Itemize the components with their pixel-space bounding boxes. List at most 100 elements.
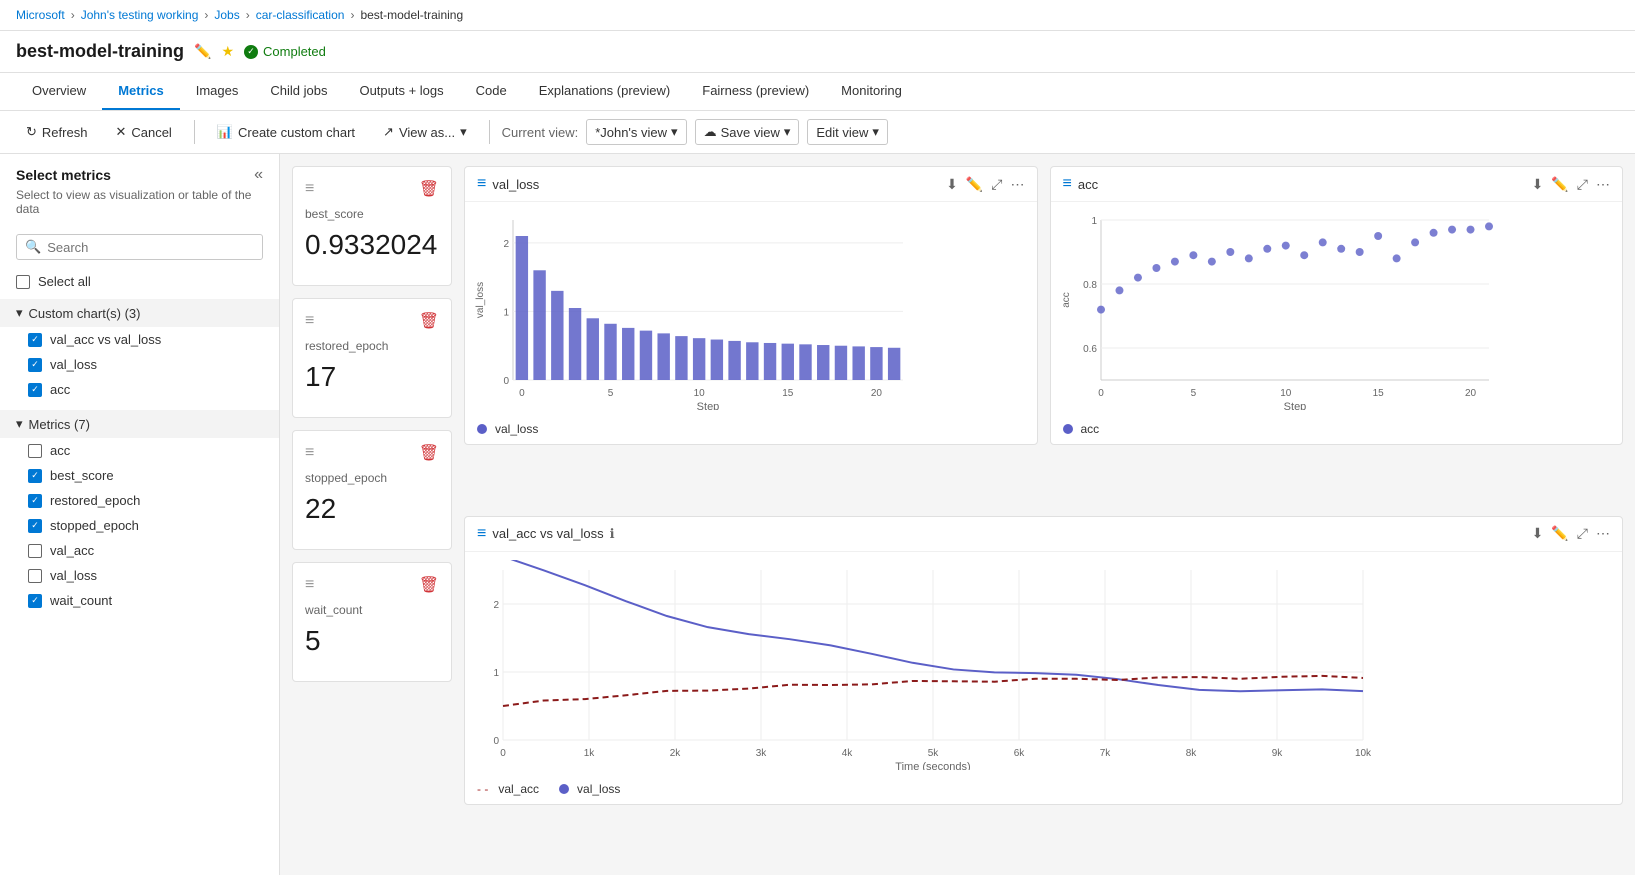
val-acc-more-icon[interactable]: ⋯ xyxy=(1596,525,1610,542)
svg-text:20: 20 xyxy=(1464,388,1476,399)
val-acc-edit-icon[interactable]: ✏️ xyxy=(1551,525,1568,542)
acc-expand-icon[interactable]: ⤢ xyxy=(1577,176,1588,193)
search-box[interactable]: 🔍 xyxy=(16,234,263,260)
delete-button-2[interactable]: 🗑 xyxy=(419,443,439,463)
breadcrumb-testing[interactable]: John's testing working xyxy=(81,8,199,22)
download-icon[interactable]: ⬇ xyxy=(946,176,958,193)
edit-chart-icon[interactable]: ✏️ xyxy=(966,176,983,193)
svg-text:15: 15 xyxy=(1372,388,1384,399)
metric-checkbox-6[interactable] xyxy=(28,594,42,608)
chevron-down-icon-2: ▾ xyxy=(671,124,678,140)
save-view-label: Save view xyxy=(721,125,780,140)
tab-code[interactable]: Code xyxy=(460,73,523,110)
toolbar: ↻ Refresh ✕ Cancel 📊 Create custom chart… xyxy=(0,111,1635,154)
metrics-header[interactable]: ▾ Metrics (7) xyxy=(0,410,279,438)
metric-item-4[interactable]: val_acc xyxy=(0,538,279,563)
edit-view-button[interactable]: Edit view ▾ xyxy=(807,119,888,145)
expand-icon[interactable]: ⤢ xyxy=(991,176,1002,193)
acc-download-icon[interactable]: ⬇ xyxy=(1532,176,1544,193)
metric-checkbox-3[interactable] xyxy=(28,519,42,533)
breadcrumb-car-classification[interactable]: car-classification xyxy=(256,8,345,22)
acc-more-icon[interactable]: ⋯ xyxy=(1596,176,1610,193)
tab-monitoring[interactable]: Monitoring xyxy=(825,73,918,110)
edit-icon[interactable]: ✏️ xyxy=(194,43,211,60)
refresh-icon: ↻ xyxy=(26,124,37,140)
acc-chart-header: ≡ acc ⬇ ✏️ ⤢ ⋯ xyxy=(1051,167,1623,202)
metric-item-6[interactable]: wait_count xyxy=(0,588,279,613)
more-icon[interactable]: ⋯ xyxy=(1011,176,1025,193)
metric-item-2[interactable]: restored_epoch xyxy=(0,488,279,513)
breadcrumb-jobs[interactable]: Jobs xyxy=(214,8,239,22)
create-chart-button[interactable]: 📊 Create custom chart xyxy=(207,119,365,145)
select-all-checkbox[interactable] xyxy=(16,275,30,289)
svg-text:5: 5 xyxy=(608,388,614,399)
acc-edit-icon[interactable]: ✏️ xyxy=(1551,176,1568,193)
search-input[interactable] xyxy=(47,240,254,255)
val-loss-chart-actions: ⬇ ✏️ ⤢ ⋯ xyxy=(946,176,1024,193)
current-view-value: *John's view xyxy=(595,125,667,140)
tab-outputs-logs[interactable]: Outputs + logs xyxy=(343,73,459,110)
status-dot xyxy=(244,45,258,59)
metric-checkbox-1[interactable] xyxy=(28,469,42,483)
svg-text:1: 1 xyxy=(503,307,509,318)
refresh-button[interactable]: ↻ Refresh xyxy=(16,119,97,145)
metric-item-5[interactable]: val_loss xyxy=(0,563,279,588)
breadcrumb-microsoft[interactable]: Microsoft xyxy=(16,8,65,22)
val-loss-chart-header: ≡ val_loss ⬇ ✏️ ⤢ ⋯ xyxy=(465,167,1037,202)
metric-item-0[interactable]: acc xyxy=(0,438,279,463)
delete-button-3[interactable]: 🗑 xyxy=(419,575,439,595)
cancel-button[interactable]: ✕ Cancel xyxy=(105,119,181,145)
metric-checkbox-5[interactable] xyxy=(28,569,42,583)
custom-chart-checkbox-0[interactable] xyxy=(28,333,42,347)
select-all-row[interactable]: Select all xyxy=(0,268,279,295)
save-view-button[interactable]: ☁ Save view ▾ xyxy=(695,119,800,145)
chevron-down-icon: ▾ xyxy=(460,124,467,140)
info-icon[interactable]: ℹ xyxy=(610,526,615,542)
cancel-icon: ✕ xyxy=(115,124,126,140)
tab-child-jobs[interactable]: Child jobs xyxy=(254,73,343,110)
search-icon: 🔍 xyxy=(25,239,41,255)
select-all-label: Select all xyxy=(38,274,91,289)
custom-chart-checkbox-2[interactable] xyxy=(28,383,42,397)
custom-chart-item-2[interactable]: acc ⋯ xyxy=(0,377,279,402)
tab-images[interactable]: Images xyxy=(180,73,255,110)
metric-checkbox-0[interactable] xyxy=(28,444,42,458)
drag-handle-icon-3[interactable]: ≡ xyxy=(305,576,314,594)
drag-handle-icon-1[interactable]: ≡ xyxy=(305,312,314,330)
custom-charts-header[interactable]: ▾ Custom chart(s) (3) xyxy=(0,299,279,327)
metric-checkbox-4[interactable] xyxy=(28,544,42,558)
tab-overview[interactable]: Overview xyxy=(16,73,102,110)
val-acc-loss-title: ≡ val_acc vs val_loss ℹ xyxy=(477,525,615,543)
tab-explanations[interactable]: Explanations (preview) xyxy=(523,73,687,110)
delete-button-1[interactable]: 🗑 xyxy=(419,311,439,331)
metric-item-3[interactable]: stopped_epoch xyxy=(0,513,279,538)
svg-text:5: 5 xyxy=(1190,388,1196,399)
metric-name-3: stopped_epoch xyxy=(50,518,263,533)
collapse-sidebar-button[interactable]: « xyxy=(254,166,263,184)
metric-item-1[interactable]: best_score xyxy=(0,463,279,488)
val-acc-legend-dash: - - xyxy=(477,782,488,796)
custom-charts-group: ▾ Custom chart(s) (3) val_acc vs val_los… xyxy=(0,299,279,402)
sidebar-description: Select to view as visualization or table… xyxy=(0,188,279,226)
tab-fairness[interactable]: Fairness (preview) xyxy=(686,73,825,110)
drag-handle-icon-2[interactable]: ≡ xyxy=(305,444,314,462)
acc-chart-title: ≡ acc xyxy=(1063,175,1099,193)
delete-button-0[interactable]: 🗑 xyxy=(419,179,439,199)
drag-handle-icon[interactable]: ≡ xyxy=(305,180,314,198)
view-as-label: View as... xyxy=(399,125,455,140)
tab-metrics[interactable]: Metrics xyxy=(102,73,180,110)
current-view-dropdown[interactable]: *John's view ▾ xyxy=(586,119,686,145)
custom-chart-item-0[interactable]: val_acc vs val_loss ⋯ xyxy=(0,327,279,352)
metric-card-value-2: 22 xyxy=(305,493,439,525)
val-loss-legend-label-2: val_loss xyxy=(577,782,620,796)
val-acc-download-icon[interactable]: ⬇ xyxy=(1532,525,1544,542)
custom-chart-item-1[interactable]: val_loss ⋯ xyxy=(0,352,279,377)
custom-chart-checkbox-1[interactable] xyxy=(28,358,42,372)
val-acc-expand-icon[interactable]: ⤢ xyxy=(1577,525,1588,542)
metric-checkbox-2[interactable] xyxy=(28,494,42,508)
svg-text:0.6: 0.6 xyxy=(1083,344,1097,355)
metric-name-4: val_acc xyxy=(50,543,263,558)
svg-text:3k: 3k xyxy=(756,748,768,759)
star-icon[interactable]: ★ xyxy=(221,43,234,60)
view-as-button[interactable]: ↗ View as... ▾ xyxy=(373,119,477,145)
